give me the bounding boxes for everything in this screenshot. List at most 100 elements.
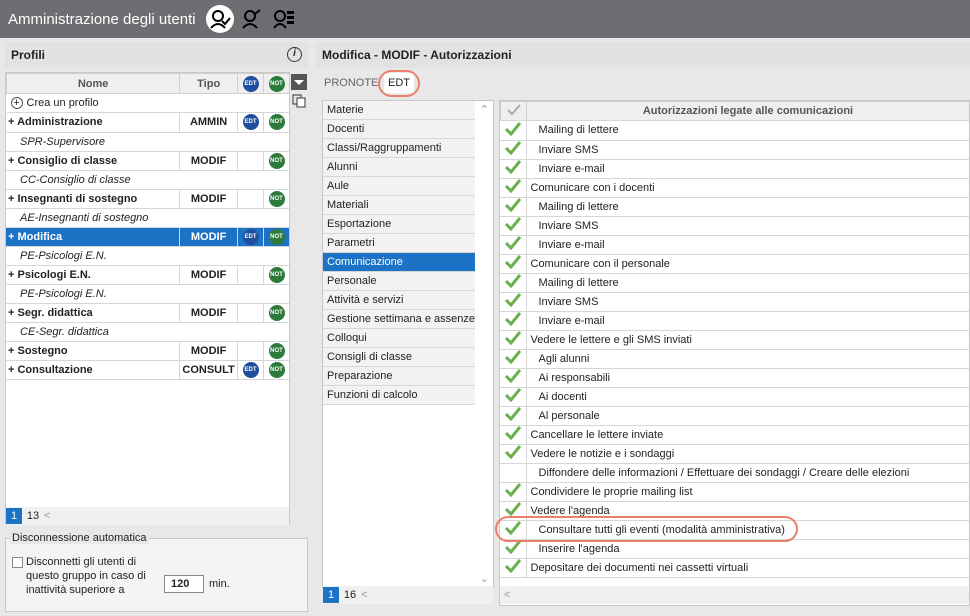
permission-row[interactable]: Mailing di lettere [500,121,969,141]
permission-label: Mailing di lettere [526,121,969,141]
permission-row[interactable]: Vedere le notizie e i sondaggi [500,444,969,464]
profile-row[interactable]: + Consiglio di classe MODIF NOT [6,151,289,171]
profile-tipo: MODIF [179,265,239,285]
permission-checkbox[interactable] [500,406,527,426]
profile-name: + Insegnanti di sostegno [6,189,181,209]
not-badge-icon: NOT [268,114,285,131]
category-item[interactable]: Gestione settimana e assenze [323,310,475,329]
cat-scroll-left-icon[interactable]: < [361,589,367,601]
permission-row[interactable]: Inviare e-mail [500,159,969,179]
permission-row[interactable]: Inviare e-mail [500,235,969,255]
cat-page-current[interactable]: 1 [323,587,339,603]
category-item[interactable]: Aule [323,177,475,196]
category-item[interactable]: Personale [323,272,475,291]
permission-checkbox[interactable] [500,178,527,198]
permission-checkbox[interactable] [500,558,527,578]
permission-checkbox[interactable] [500,387,527,407]
permission-row[interactable]: Vedere le lettere e gli SMS inviati [500,330,969,350]
check-icon [504,350,521,365]
permission-label: Inviare e-mail [526,311,969,331]
category-item[interactable]: Comunicazione [323,253,475,272]
permission-checkbox[interactable] [500,292,527,312]
perm-scroll-left-icon[interactable]: < [504,589,510,601]
category-item[interactable]: Esportazione [323,215,475,234]
user-edit-icon[interactable] [238,5,266,33]
permission-row[interactable]: Inviare SMS [500,292,969,312]
permission-row[interactable]: Comunicare con i docenti [500,178,969,198]
page-current[interactable]: 1 [6,508,22,524]
col-tipo[interactable]: Tipo [179,73,239,94]
not-badge-icon: NOT [268,75,285,92]
col-nome[interactable]: Nome [6,73,181,94]
profile-sub-row: CE-Segr. didattica [6,322,289,342]
timeout-unit: min. [209,578,230,590]
permission-checkbox[interactable] [500,330,527,350]
expand-plus-icon[interactable]: + [8,116,17,128]
permission-row[interactable]: Inviare e-mail [500,311,969,331]
permission-checkbox[interactable] [500,197,527,217]
permission-checkbox[interactable] [500,368,527,388]
permission-checkbox[interactable] [500,235,527,255]
scroll-left-icon[interactable]: < [44,510,50,522]
category-item[interactable]: Attività e servizi [323,291,475,310]
category-item[interactable]: Materiali [323,196,475,215]
permission-checkbox[interactable] [500,311,527,331]
info-icon[interactable]: i [287,47,302,62]
permission-checkbox[interactable] [500,159,527,179]
category-pager: 1 16 < [323,586,493,604]
permission-row[interactable]: Cancellare le lettere inviate [500,425,969,445]
permission-row[interactable]: Condividere le proprie mailing list [500,482,969,502]
permission-row[interactable]: Depositare dei documenti nei cassetti vi… [500,558,969,578]
permission-row[interactable]: Ai responsabili [500,368,969,388]
cat-scroll-up-icon[interactable]: ⌃ [480,103,489,116]
create-profile-row[interactable]: + Crea un profilo [6,93,289,113]
permission-row[interactable]: Inviare SMS [500,140,969,160]
category-item[interactable]: Funzioni di calcolo [323,386,475,405]
user-list-icon[interactable] [270,5,298,33]
timeout-input[interactable]: 120 [164,575,204,593]
profile-sub-row: SPR-Supervisore [6,132,289,152]
permission-checkbox[interactable] [500,349,527,369]
disconnect-checkbox[interactable] [12,557,23,568]
profile-row[interactable]: + Insegnanti di sostegno MODIF NOT [6,189,289,209]
tab-pronote[interactable]: PRONOTE [324,77,378,89]
category-item[interactable]: Alunni [323,158,475,177]
permission-row[interactable]: Diffondere delle informazioni / Effettua… [500,463,969,483]
permission-checkbox[interactable] [500,121,527,141]
permission-row[interactable]: Comunicare con il personale [500,254,969,274]
profile-row[interactable]: + Modifica MODIF EDT NOT [6,227,289,247]
permission-checkbox[interactable] [500,140,527,160]
category-item[interactable]: Materie [323,101,475,120]
profile-row[interactable]: + Administrazione AMMIN EDT NOT [6,113,289,133]
permission-label: Comunicare con i docenti [526,178,969,198]
permission-row[interactable]: Mailing di lettere [500,197,969,217]
permission-checkbox[interactable] [500,444,527,464]
permission-label: Mailing di lettere [526,197,969,217]
dropdown-toggle-icon[interactable] [291,74,307,90]
profile-row[interactable]: + Sostegno MODIF NOT [6,341,289,361]
category-item[interactable]: Preparazione [323,367,475,386]
permission-checkbox[interactable] [500,216,527,236]
category-item[interactable]: Parametri [323,234,475,253]
edt-badge-icon: EDT [242,228,259,245]
profile-row[interactable]: + Segr. didattica MODIF NOT [6,303,289,323]
profile-row[interactable]: + Psicologi E.N. MODIF NOT [6,265,289,285]
permission-row[interactable]: Ai docenti [500,387,969,407]
users-check-icon[interactable] [205,5,234,33]
permission-row[interactable]: Agli alunni [500,349,969,369]
category-item[interactable]: Colloqui [323,329,475,348]
profile-row[interactable]: + Consultazione CONSULT EDT NOT [6,360,289,380]
permission-checkbox[interactable] [500,482,527,502]
permission-checkbox[interactable] [500,254,527,274]
category-item[interactable]: Docenti [323,120,475,139]
permission-checkbox[interactable] [500,425,527,445]
copy-icon[interactable] [292,94,306,108]
permission-row[interactable]: Al personale [500,406,969,426]
category-item[interactable]: Consigli di classe [323,348,475,367]
category-item[interactable]: Classi/Raggruppamenti [323,139,475,158]
cat-scroll-down-icon[interactable]: ⌄ [480,572,489,585]
permission-row[interactable]: Mailing di lettere [500,273,969,293]
permission-row[interactable]: Inviare SMS [500,216,969,236]
permission-checkbox[interactable] [500,463,527,483]
permission-checkbox[interactable] [500,273,527,293]
